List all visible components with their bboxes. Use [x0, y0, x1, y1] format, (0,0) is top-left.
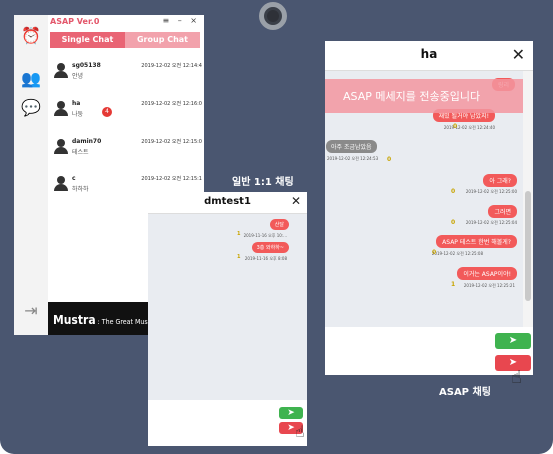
contact-row[interactable]: ha 나둥 4 2019-12-02 오전 12:16:0: [50, 95, 202, 131]
contact-name: c: [72, 175, 76, 182]
chat-header: ha ✕: [325, 41, 533, 71]
avatar: [54, 139, 68, 155]
tab-group-chat[interactable]: Group Chat: [125, 32, 200, 48]
contact-name: sg05138: [72, 62, 101, 69]
pointer-hand-icon: ☝: [511, 367, 522, 388]
contact-row[interactable]: sg05138 안녕 2019-12-02 오전 12:14:4: [50, 57, 202, 93]
message-bubble: 산달: [269, 219, 289, 230]
contact-status: 안녕: [72, 73, 84, 80]
message-timestamp: 2019-11-16 오후 10:...: [243, 233, 287, 238]
scrollbar-thumb[interactable]: [525, 191, 531, 301]
contact-row[interactable]: damin70 테스트 2019-12-02 오전 12:15:0: [50, 133, 202, 169]
webcam-knob: [259, 2, 287, 30]
contact-time: 2019-12-02 오전 12:15:1: [141, 176, 202, 182]
chat-bubble-icon[interactable]: 💬: [20, 97, 42, 119]
message-timestamp: 2019-12-02 오전 12:25:00: [465, 189, 517, 194]
tab-single-chat[interactable]: Single Chat: [50, 32, 125, 48]
caption-dm-chat: 일반 1:1 채팅: [232, 177, 294, 188]
chat-title: dmtest1: [204, 196, 251, 207]
message-timestamp: 2019-12-02 오전 12:25:08: [431, 251, 483, 256]
contact-name: ha: [72, 100, 81, 107]
banner-brand: Mustra: [53, 313, 96, 327]
unread-badge: 4: [102, 107, 112, 117]
asap-sending-overlay: ASAP 메세지를 전송중입니다: [325, 79, 523, 113]
scrollbar[interactable]: [523, 71, 533, 327]
message-bubble: 아 그래?: [483, 174, 517, 187]
message-timestamp: 2019-12-02 오전 12:24:40: [443, 125, 495, 130]
sidebar: ⏰ 👥 💬 ⇥: [14, 15, 48, 335]
message-bubble: 그러면: [488, 205, 517, 218]
close-icon[interactable]: ✕: [291, 194, 301, 208]
alarm-clock-icon[interactable]: ⏰: [20, 25, 42, 47]
read-count: 1: [237, 254, 241, 260]
contact-name: damin70: [72, 138, 102, 145]
logout-icon[interactable]: ⇥: [20, 300, 42, 322]
pointer-hand-icon: ☝: [295, 422, 305, 441]
contact-status: 테스트: [72, 149, 89, 156]
asap-chat-window: ha ✕ 링리 재밌 될거야 남았지! 2019-12-02 오전 12:24:…: [325, 41, 533, 375]
chat-title: ha: [420, 47, 438, 61]
dm-chat-window: dmtest1 ✕ 산달 2019-11-16 오후 10:... 1 3층 와…: [148, 192, 307, 446]
message-bubble: 이거는 ASAP이야!: [457, 267, 517, 280]
message-timestamp: 2019-12-02 오전 12:25:21: [463, 283, 515, 288]
caption-asap-chat: ASAP 채팅: [439, 387, 491, 398]
message-input[interactable]: ➤ ➤: [325, 327, 533, 375]
window-controls[interactable]: ≡ – ×: [163, 16, 201, 25]
read-count: 0: [387, 156, 392, 163]
contact-time: 2019-12-02 오전 12:14:4: [141, 63, 202, 69]
avatar: [54, 101, 68, 117]
contact-status: 하하하: [72, 186, 89, 193]
close-icon[interactable]: ✕: [512, 45, 525, 64]
send-button[interactable]: ➤: [279, 407, 303, 419]
asap-notice: ASAP 메세지를 전송중입니다: [343, 90, 481, 103]
group-icon[interactable]: 👥: [20, 68, 42, 90]
contact-status: 나둥: [72, 111, 84, 118]
read-count: 1: [451, 281, 456, 288]
avatar: [54, 176, 68, 192]
message-timestamp: 2019-11-16 오후 8:08: [244, 256, 287, 261]
contact-time: 2019-12-02 오전 12:15:0: [141, 139, 202, 145]
message-bubble: 아주 조금남았음: [326, 140, 377, 153]
read-count: 1: [237, 231, 241, 237]
chat-tabs: Single Chat Group Chat: [50, 32, 200, 48]
read-count: 0: [451, 219, 456, 226]
send-button[interactable]: ➤: [495, 333, 531, 349]
message-timestamp: 2019-12-02 오전 12:24:53: [327, 156, 379, 161]
avatar: [54, 63, 68, 79]
message-bubble: 3층 와하하~: [251, 242, 289, 253]
read-count: 0: [453, 123, 458, 130]
message-area: 산달 2019-11-16 오후 10:... 1 3층 와하하~ 2019-1…: [148, 214, 307, 400]
message-bubble: ASAP 테스트 한번 해볼게?: [436, 235, 517, 248]
chat-header: dmtest1 ✕: [148, 192, 307, 214]
message-input[interactable]: ➤ ➤ ☝: [148, 400, 307, 446]
message-timestamp: 2019-12-02 오전 12:25:04: [465, 220, 517, 225]
app-title: ASAP Ver.0: [50, 17, 100, 26]
contact-time: 2019-12-02 오전 12:16:0: [141, 101, 202, 107]
read-count: 0: [451, 188, 456, 195]
read-count: 0: [432, 249, 437, 256]
